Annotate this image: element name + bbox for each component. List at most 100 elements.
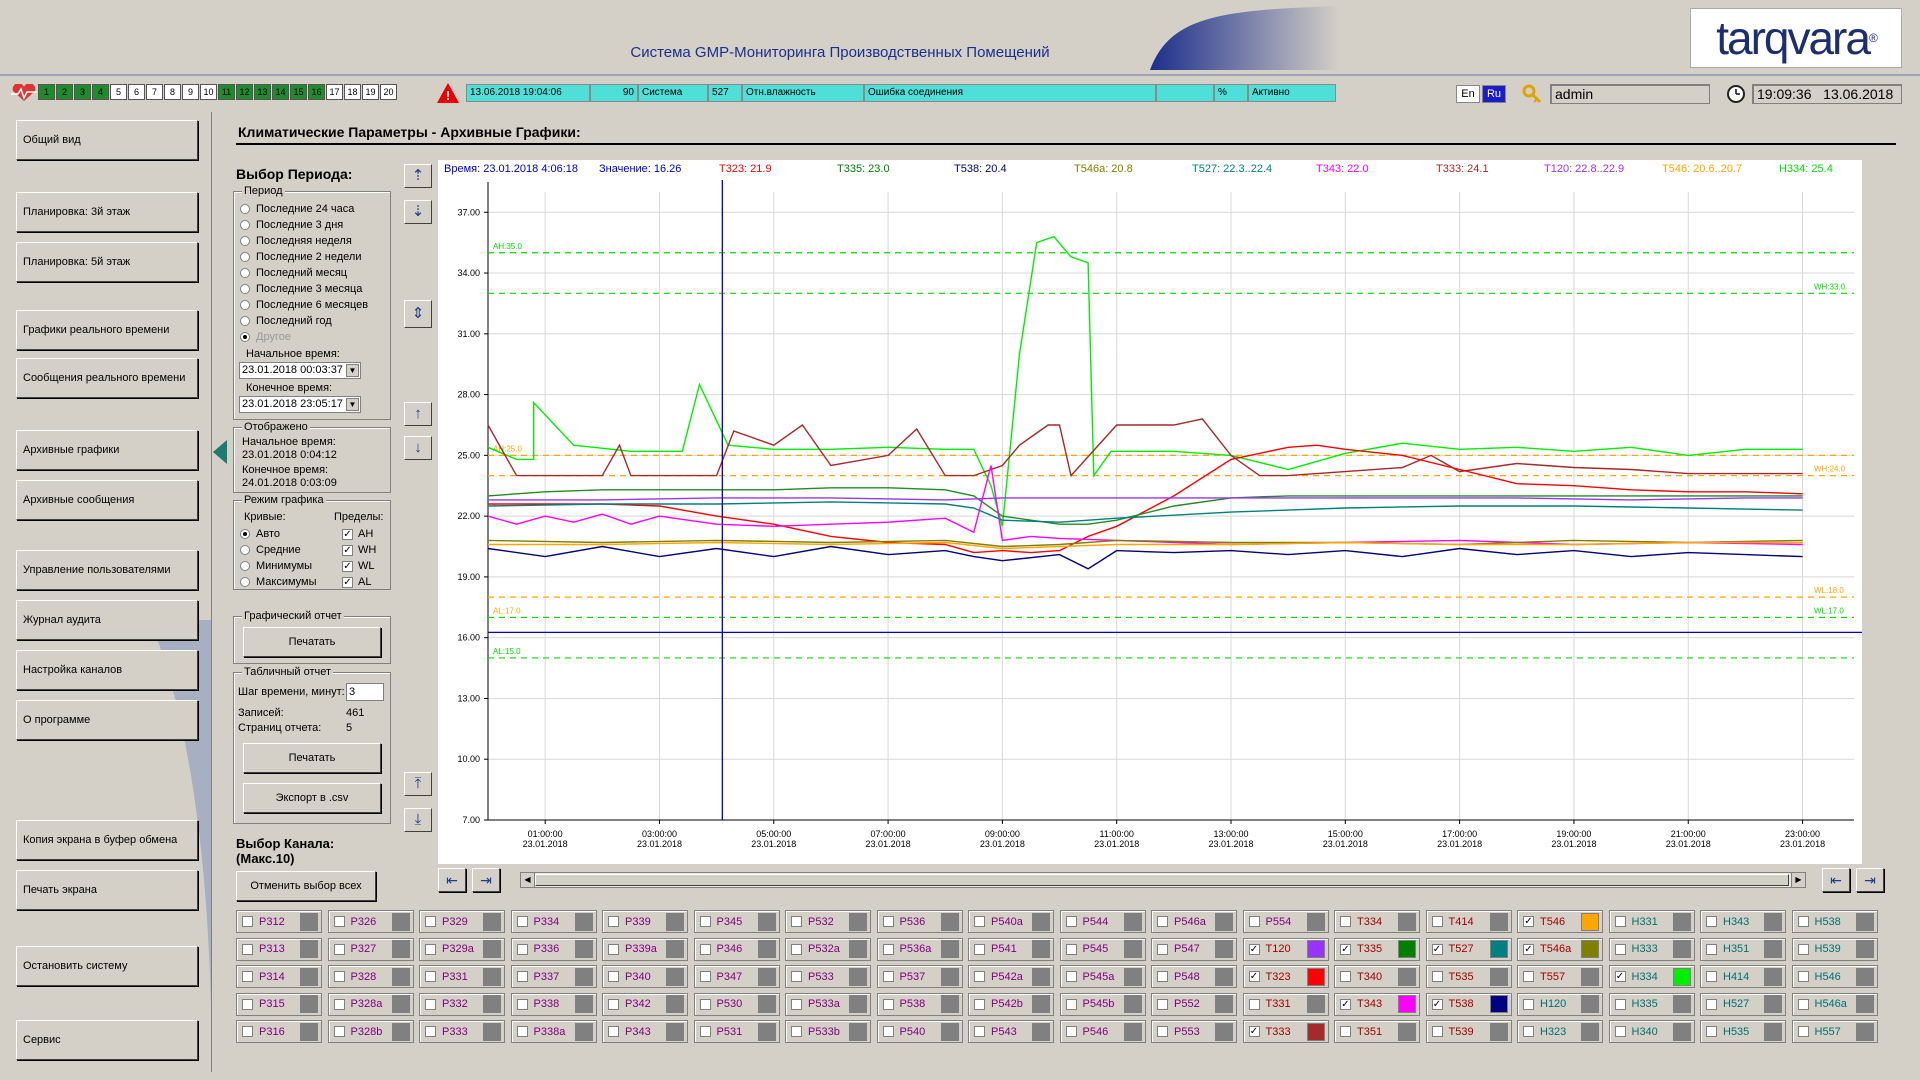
channel-p339a[interactable]: P339a — [602, 937, 688, 961]
checkbox-icon[interactable] — [1340, 1026, 1351, 1037]
channel-h414[interactable]: H414 — [1700, 965, 1786, 988]
checkbox-icon[interactable] — [974, 943, 985, 955]
channel-p543[interactable]: P543 — [968, 1020, 1054, 1043]
channel-p346[interactable]: P346 — [693, 937, 780, 961]
channel-p331[interactable]: P331 — [419, 965, 505, 988]
channel-p338a[interactable]: P338a — [510, 1020, 597, 1043]
channel-p327[interactable]: P327 — [327, 937, 414, 961]
channel-p536a[interactable]: P536a — [876, 937, 963, 961]
channel-p553[interactable]: P553 — [1151, 1020, 1237, 1043]
checkbox-checked-icon[interactable]: ✓ — [342, 560, 353, 572]
checkbox-icon[interactable] — [974, 971, 985, 982]
period-option[interactable]: Последний месяц — [240, 267, 347, 279]
nav-stop-system-button[interactable]: Остановить систему — [16, 946, 198, 986]
alarm-icon[interactable]: ! — [436, 82, 460, 104]
channel-t557[interactable]: T557 — [1517, 965, 1603, 988]
channel-p314[interactable]: P314 — [236, 965, 322, 988]
radio-icon[interactable] — [240, 252, 250, 262]
channel-t546[interactable]: ✓ T546 — [1517, 910, 1603, 933]
channel-p546a[interactable]: P546a — [1151, 910, 1237, 933]
checkbox-icon[interactable] — [699, 971, 711, 982]
checkbox-icon[interactable] — [1614, 1026, 1626, 1037]
lang-ru-button[interactable]: Ru — [1482, 85, 1506, 103]
channel-t323[interactable]: ✓ T323 — [1242, 965, 1329, 988]
channel-h323[interactable]: H323 — [1517, 1020, 1603, 1043]
checkbox-icon[interactable] — [1797, 943, 1809, 955]
checkbox-checked-icon[interactable]: ✓ — [1248, 943, 1260, 955]
user-field[interactable]: admin — [1550, 84, 1710, 104]
chevron-down-icon[interactable]: ▼ — [346, 364, 359, 377]
channel-t331[interactable]: T331 — [1242, 992, 1329, 1016]
channel-p316[interactable]: P316 — [236, 1020, 322, 1043]
checkbox-icon[interactable] — [425, 1026, 436, 1037]
period-option[interactable]: Последние 24 часа — [240, 203, 354, 215]
nav-realtime-messages-button[interactable]: Сообщения реального времени — [16, 358, 198, 398]
channel-p313[interactable]: P313 — [236, 937, 322, 961]
channel-t538[interactable]: ✓ T538 — [1425, 992, 1512, 1016]
checkbox-icon[interactable] — [1523, 1026, 1534, 1037]
checkbox-icon[interactable] — [1157, 916, 1168, 927]
channel-t414[interactable]: T414 — [1425, 910, 1512, 933]
zoom-in-x-button[interactable]: ⇤ — [1822, 868, 1850, 892]
channel-p533b[interactable]: P533b — [785, 1020, 871, 1043]
channel-h546a[interactable]: H546a — [1791, 992, 1878, 1016]
checkbox-icon[interactable] — [882, 998, 894, 1010]
channel-h335[interactable]: H335 — [1608, 992, 1695, 1016]
period-option[interactable]: Последние 2 недели — [240, 251, 362, 263]
chevron-down-icon[interactable]: ▼ — [346, 398, 359, 411]
channel-p547[interactable]: P547 — [1151, 937, 1237, 961]
channel-t120[interactable]: ✓ T120 — [1242, 937, 1329, 961]
checkbox-checked-icon[interactable]: ✓ — [1248, 1026, 1260, 1037]
channel-p332[interactable]: P332 — [419, 992, 505, 1016]
checkbox-icon[interactable] — [242, 943, 253, 955]
curve-mode-option[interactable]: Авто — [240, 528, 280, 540]
channel-t539[interactable]: T539 — [1425, 1020, 1512, 1043]
radio-icon[interactable] — [240, 268, 250, 278]
checkbox-icon[interactable] — [516, 998, 528, 1010]
checkbox-icon[interactable] — [1340, 916, 1351, 927]
checkbox-icon[interactable] — [1065, 916, 1077, 927]
checkbox-icon[interactable] — [608, 943, 619, 955]
channel-t351[interactable]: T351 — [1334, 1020, 1420, 1043]
channel-p329[interactable]: P329 — [419, 910, 505, 933]
checkbox-checked-icon[interactable]: ✓ — [1523, 943, 1534, 955]
checkbox-icon[interactable] — [699, 943, 711, 955]
checkbox-icon[interactable] — [791, 998, 802, 1010]
checkbox-icon[interactable] — [1614, 998, 1626, 1010]
checkbox-icon[interactable] — [699, 1026, 711, 1037]
nav-archive-messages-button[interactable]: Архивные сообщения — [16, 480, 198, 520]
channel-p552[interactable]: P552 — [1151, 992, 1237, 1016]
radio-icon[interactable] — [240, 300, 250, 310]
checkbox-icon[interactable] — [699, 998, 711, 1010]
checkbox-icon[interactable] — [791, 971, 802, 982]
channel-h334[interactable]: ✓ H334 — [1608, 965, 1695, 988]
shift-up-button[interactable]: ↑ — [404, 402, 432, 426]
end-time-select[interactable]: 23.01.2018 23:05:17 ▼ — [239, 396, 361, 413]
channel-t340[interactable]: T340 — [1334, 965, 1420, 988]
period-option[interactable]: Последние 3 месяца — [240, 283, 362, 295]
checkbox-icon[interactable] — [425, 971, 436, 982]
checkbox-icon[interactable] — [1706, 943, 1717, 955]
checkbox-icon[interactable] — [882, 971, 894, 982]
page-up-button[interactable]: ⤒ — [404, 772, 432, 796]
scroll-left-button[interactable]: ⇤ — [438, 868, 466, 892]
nav-service-button[interactable]: Сервис — [16, 1020, 198, 1060]
checkbox-icon[interactable] — [608, 1026, 619, 1037]
channel-h351[interactable]: H351 — [1700, 937, 1786, 961]
limit-checkbox[interactable]: ✓ AL — [342, 576, 371, 588]
nav-archive-graphs-button[interactable]: Архивные графики — [16, 430, 198, 470]
scroll-right-arrow-icon[interactable]: ▶ — [1791, 873, 1805, 887]
scroll-left-arrow-icon[interactable]: ◀ — [521, 873, 535, 887]
checkbox-icon[interactable] — [242, 916, 253, 927]
shift-down-button[interactable]: ↓ — [404, 436, 432, 460]
period-option[interactable]: Последние 3 дня — [240, 219, 343, 231]
nav-copy-screen-button[interactable]: Копия экрана в буфер обмена — [16, 820, 198, 860]
channel-t333[interactable]: ✓ T333 — [1242, 1020, 1329, 1043]
checkbox-icon[interactable] — [1157, 1026, 1168, 1037]
checkbox-checked-icon[interactable]: ✓ — [342, 544, 353, 556]
checkbox-icon[interactable] — [791, 943, 802, 955]
channel-h120[interactable]: H120 — [1517, 992, 1603, 1016]
limit-checkbox[interactable]: ✓ WH — [342, 544, 376, 556]
channel-p328b[interactable]: P328b — [327, 1020, 414, 1043]
channel-p548[interactable]: P548 — [1151, 965, 1237, 988]
